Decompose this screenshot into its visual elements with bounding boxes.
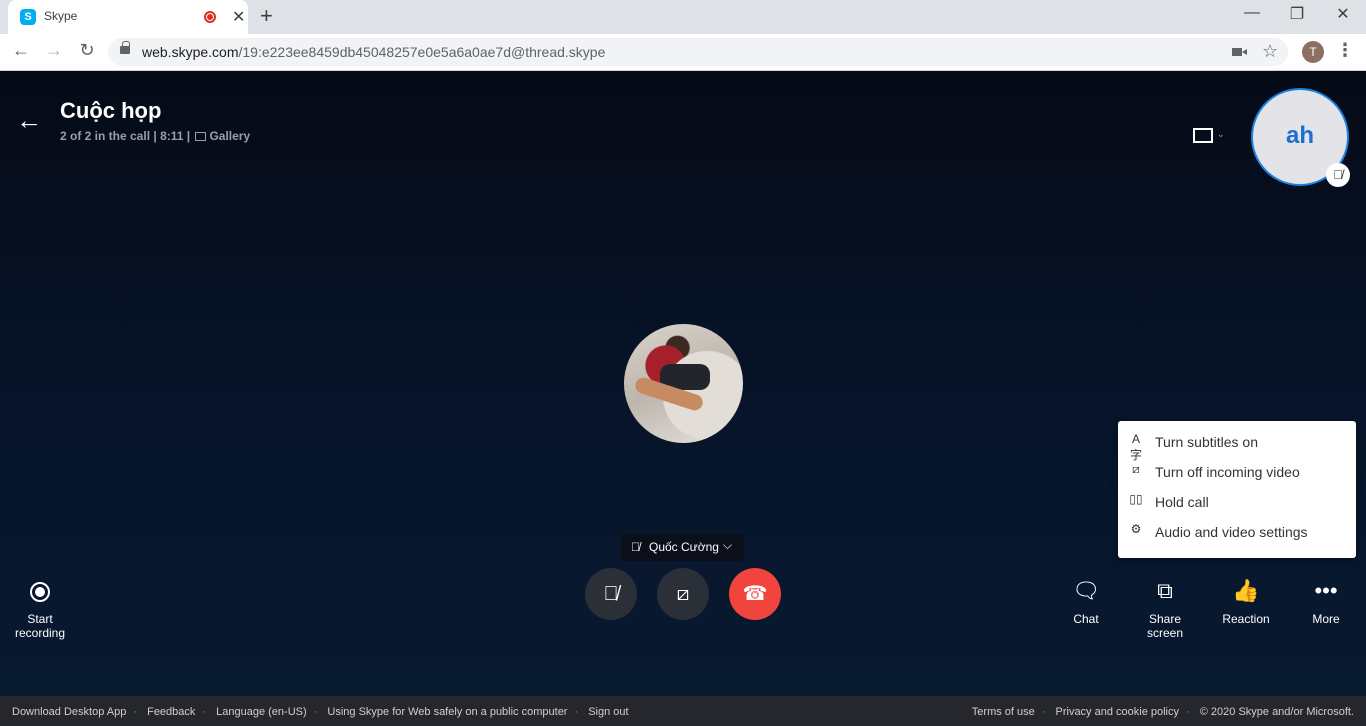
share-screen-button[interactable]: ⧉ Share screen bbox=[1125, 576, 1205, 640]
address-bar[interactable]: web.skype.com/19:e223ee8459db45048257e0e… bbox=[108, 38, 1288, 66]
view-mode[interactable]: Gallery bbox=[209, 129, 250, 143]
new-tab-button[interactable]: + bbox=[260, 3, 273, 29]
url-host: web.skype.com bbox=[142, 44, 239, 60]
restore-button[interactable]: ❐ bbox=[1282, 4, 1312, 24]
privacy-link[interactable]: Privacy and cookie policy bbox=[1056, 706, 1180, 718]
terms-link[interactable]: Terms of use bbox=[972, 706, 1035, 718]
chat-label: Chat bbox=[1073, 612, 1099, 626]
mic-off-icon: 🎙̸ bbox=[631, 540, 640, 554]
remote-participant-avatar[interactable] bbox=[624, 324, 743, 443]
call-duration: 8:11 bbox=[160, 129, 184, 143]
participant-name-pill[interactable]: 🎙̸ Quốc Cường ⌵ bbox=[621, 534, 744, 561]
reaction-button[interactable]: 👍 Reaction bbox=[1206, 576, 1286, 626]
record-icon bbox=[30, 582, 50, 602]
menu-item-label: Hold call bbox=[1155, 494, 1209, 510]
participant-count: 2 of 2 in the call bbox=[60, 129, 151, 143]
tab-title: Skype bbox=[44, 9, 78, 23]
menu-item-label: Audio and video settings bbox=[1155, 524, 1308, 540]
mute-mic-button[interactable]: 🎙̸ bbox=[585, 568, 637, 620]
menu-item-label: Turn subtitles on bbox=[1155, 434, 1258, 450]
back-button[interactable]: ← bbox=[10, 40, 32, 61]
pause-icon: ▯▯ bbox=[1129, 492, 1143, 506]
start-recording-label-2: recording bbox=[14, 626, 66, 640]
start-recording-button[interactable]: Start recording bbox=[0, 576, 80, 640]
toggle-video-button[interactable]: ⧄ bbox=[657, 568, 709, 620]
browser-tab-skype[interactable]: S Skype ✕ bbox=[8, 0, 248, 34]
more-label: More bbox=[1312, 612, 1340, 626]
window-close-button[interactable]: ✕ bbox=[1328, 4, 1358, 24]
gallery-icon bbox=[195, 132, 207, 141]
tab-close-icon[interactable]: ✕ bbox=[232, 7, 245, 27]
bookmark-star-icon[interactable]: ☆ bbox=[1262, 41, 1278, 62]
feedback-link[interactable]: Feedback bbox=[147, 706, 195, 718]
more-dots-icon: ••• bbox=[1314, 578, 1338, 603]
start-recording-label-1: Start bbox=[27, 612, 53, 626]
call-subtitle: 2 of 2 in the call | 8:11 | Gallery bbox=[60, 129, 251, 143]
browser-tabbar: S Skype ✕ + — ❐ ✕ bbox=[0, 0, 1366, 34]
chevron-down-icon[interactable]: ⌄ bbox=[1217, 129, 1225, 140]
end-call-button[interactable]: ☎ bbox=[729, 568, 781, 620]
lock-icon bbox=[120, 41, 130, 54]
mic-off-icon: 🎙̸ bbox=[603, 583, 619, 605]
share-screen-label-2: screen bbox=[1146, 626, 1184, 640]
sign-out-link[interactable]: Sign out bbox=[588, 706, 628, 718]
url-text[interactable]: web.skype.com/19:e223ee8459db45048257e0e… bbox=[142, 44, 605, 60]
url-path: /19:e223ee8459db45048257e0e5a6a0ae7d@thr… bbox=[238, 44, 606, 60]
participant-name: Quốc Cường bbox=[649, 540, 719, 554]
copyright-text: © 2020 Skype and/or Microsoft. bbox=[1199, 706, 1354, 718]
call-stage: ← Cuộc họp 2 of 2 in the call | 8:11 | G… bbox=[0, 71, 1366, 696]
camera-in-use-icon[interactable] bbox=[1232, 48, 1247, 56]
reaction-label: Reaction bbox=[1222, 612, 1270, 626]
back-arrow-icon[interactable]: ← bbox=[16, 105, 42, 136]
public-computer-link[interactable]: Using Skype for Web safely on a public c… bbox=[327, 706, 567, 718]
call-title: Cuộc họp bbox=[60, 98, 162, 123]
more-button[interactable]: ••• More bbox=[1286, 576, 1366, 626]
share-screen-label-1: Share bbox=[1148, 612, 1182, 626]
menu-item-av-settings[interactable]: ⚙ Audio and video settings bbox=[1118, 517, 1356, 547]
gear-icon: ⚙ bbox=[1130, 522, 1142, 536]
chat-button[interactable]: 🗨 Chat bbox=[1046, 576, 1126, 626]
browser-toolbar: ← → ↻ web.skype.com/19:e223ee8459db45048… bbox=[0, 34, 1366, 71]
thumbs-up-icon: 👍 bbox=[1232, 578, 1260, 603]
menu-item-label: Turn off incoming video bbox=[1155, 464, 1300, 480]
chevron-down-icon: ⌵ bbox=[723, 538, 733, 552]
self-initials: ah bbox=[1285, 122, 1314, 149]
forward-button[interactable]: → bbox=[43, 40, 65, 61]
language-link[interactable]: Language (en-US) bbox=[216, 706, 307, 718]
menu-item-incoming-video[interactable]: ⧄ Turn off incoming video bbox=[1118, 457, 1356, 487]
recording-indicator-icon bbox=[204, 11, 216, 23]
browser-menu-icon[interactable]: ⋮ bbox=[1336, 40, 1354, 61]
chat-icon: 🗨 bbox=[1072, 578, 1100, 603]
skype-favicon-icon: S bbox=[20, 9, 36, 25]
footer-right-links: Terms of use · Privacy and cookie policy ·… bbox=[971, 706, 1354, 718]
reload-button[interactable]: ↻ bbox=[76, 40, 98, 61]
video-off-icon: ⧄ bbox=[1132, 462, 1140, 476]
hang-up-icon: ☎ bbox=[742, 583, 768, 605]
page-footer: Download Desktop App · Feedback · Language… bbox=[0, 696, 1366, 726]
menu-item-subtitles[interactable]: A字 Turn subtitles on bbox=[1118, 427, 1356, 462]
minimize-button[interactable]: — bbox=[1237, 4, 1267, 22]
video-off-icon: ⧄ bbox=[676, 583, 690, 605]
footer-left-links: Download Desktop App · Feedback · Language… bbox=[12, 706, 629, 718]
share-screen-icon: ⧉ bbox=[1157, 578, 1173, 603]
layout-toggle-icon[interactable] bbox=[1193, 128, 1213, 143]
download-app-link[interactable]: Download Desktop App bbox=[12, 706, 126, 718]
self-muted-mic-icon: 🎙̸ bbox=[1326, 163, 1350, 187]
more-options-menu: A字 Turn subtitles on ⧄ Turn off incoming… bbox=[1118, 421, 1356, 558]
profile-avatar[interactable]: T bbox=[1302, 41, 1324, 63]
menu-item-hold-call[interactable]: ▯▯ Hold call bbox=[1118, 487, 1356, 517]
